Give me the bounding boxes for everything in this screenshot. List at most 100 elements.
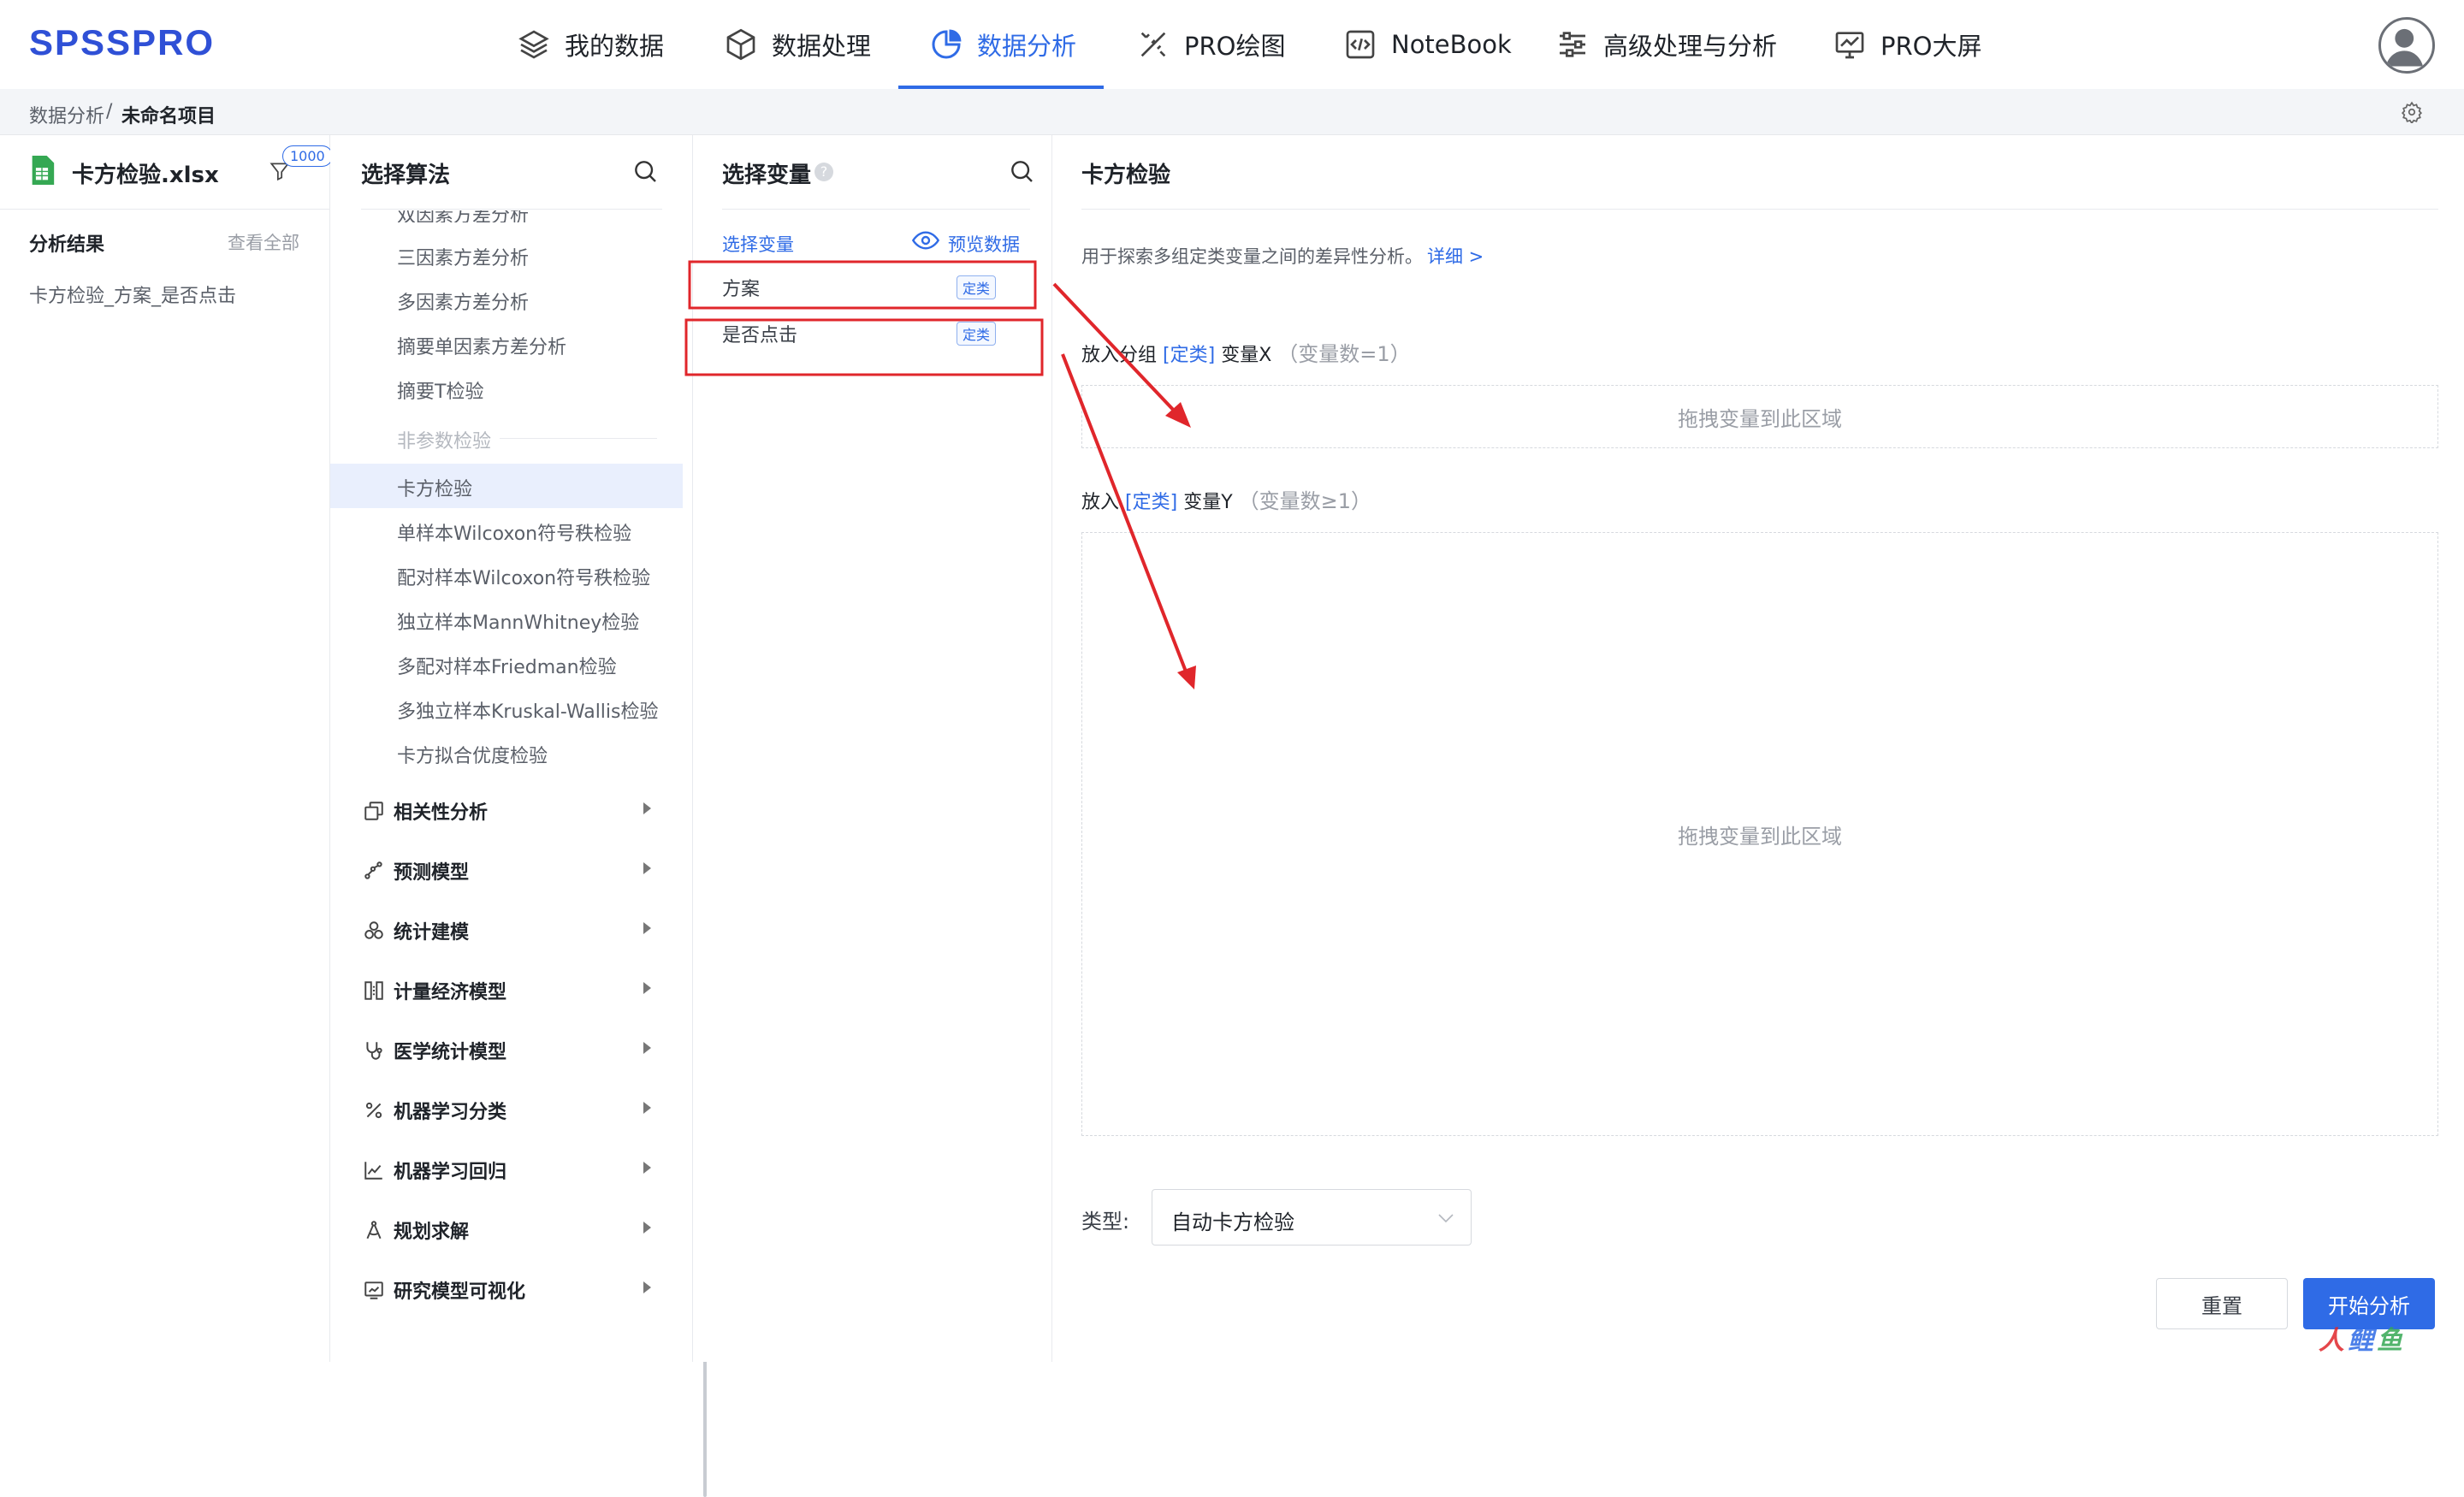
layers-icon — [518, 30, 549, 59]
y-type-tag: [定类] — [1125, 492, 1178, 513]
search-icon[interactable] — [631, 157, 659, 185]
breadcrumb-root[interactable]: 数据分析 — [29, 101, 104, 128]
top-navigation-bar: SPSSPRO 我的数据 数据处理 数据分析 PRO绘图 NoteBook 高级… — [0, 0, 2464, 89]
spreadsheet-file-icon — [32, 156, 55, 185]
stethoscope-icon — [366, 1042, 382, 1060]
eye-icon[interactable] — [912, 229, 939, 251]
algorithm-item[interactable]: 卡方拟合优度检验 — [397, 741, 548, 768]
copy-icon — [364, 802, 383, 820]
nav-pro-dashboard[interactable]: PRO大屏 — [1833, 0, 1981, 89]
expand-arrow-icon[interactable] — [643, 1281, 651, 1293]
nav-advanced-analysis[interactable]: 高级处理与分析 — [1555, 0, 1777, 89]
x-variable-label: 放入分组 [定类] 变量X （变量数=1） — [1081, 337, 1411, 367]
algorithm-item[interactable]: 摘要单因素方差分析 — [397, 332, 566, 359]
algorithm-item[interactable]: 多独立样本Kruskal-Wallis检验 — [397, 696, 659, 724]
y-prefix: 放入 — [1081, 492, 1120, 513]
variable-name: 方案 — [722, 279, 761, 300]
sliders-icon — [1560, 32, 1585, 57]
category-optimization[interactable]: 规划求解 — [363, 1216, 469, 1244]
variable-type-tag: 定类 — [957, 275, 997, 299]
algorithm-item[interactable]: 双因素方差分析 — [397, 210, 529, 222]
category-label: 预测模型 — [394, 862, 470, 884]
category-econometrics[interactable]: 计量经济模型 — [363, 977, 506, 1004]
category-label: 研究模型可视化 — [394, 1281, 526, 1303]
file-panel: 卡方检验.xlsx 1000 分析结果 查看全部 卡方检验_方案_是否点击 — [0, 135, 333, 1362]
result-item[interactable]: 卡方检验_方案_是否点击 — [29, 281, 236, 308]
dropzone-hint: 拖拽变量到此区域 — [1678, 406, 1842, 431]
app-logo[interactable]: SPSSPRO — [29, 22, 215, 63]
breadcrumb-separator: / — [106, 101, 113, 122]
category-model-visualization[interactable]: 研究模型可视化 — [363, 1276, 525, 1304]
nav-data-analysis[interactable]: 数据分析 — [929, 0, 1076, 89]
nav-label: 我的数据 — [565, 32, 665, 61]
nav-label: PRO绘图 — [1184, 32, 1286, 61]
algorithm-item[interactable]: 三因素方差分析 — [397, 243, 529, 270]
algorithm-selected-row[interactable] — [330, 464, 683, 508]
category-prediction[interactable]: 预测模型 — [363, 857, 469, 885]
expand-arrow-icon[interactable] — [643, 1222, 651, 1234]
variable-panel-title: 选择变量 — [722, 163, 812, 188]
nav-my-data[interactable]: 我的数据 — [517, 0, 664, 89]
category-statistical-modeling[interactable]: 统计建模 — [363, 917, 469, 944]
y-count: （变量数≥1） — [1238, 489, 1372, 513]
results-title: 分析结果 — [29, 234, 105, 256]
algorithm-item[interactable]: 多因素方差分析 — [397, 287, 529, 315]
breadcrumb-current: 未命名项目 — [121, 106, 216, 127]
nav-label: 高级处理与分析 — [1603, 32, 1778, 61]
algorithm-item[interactable]: 独立样本MannWhitney检验 — [397, 607, 639, 635]
expand-arrow-icon[interactable] — [643, 802, 651, 814]
y-variable-dropzone[interactable]: 拖拽变量到此区域 — [1081, 532, 2438, 1136]
algorithm-item[interactable]: 摘要T检验 — [397, 376, 483, 404]
user-avatar[interactable] — [2378, 17, 2435, 74]
x-count: （变量数=1） — [1277, 342, 1411, 366]
line-chart-icon — [364, 1162, 382, 1180]
category-ml-classification[interactable]: 机器学习分类 — [363, 1097, 506, 1124]
help-icon[interactable]: ? — [814, 163, 833, 181]
variable-item[interactable]: 是否点击 定类 — [693, 308, 1052, 356]
category-label: 统计建模 — [394, 922, 470, 944]
algorithm-item-selected[interactable]: 卡方检验 — [397, 474, 472, 501]
reset-button[interactable]: 重置 — [2156, 1278, 2288, 1329]
divider — [361, 209, 662, 210]
algorithm-item[interactable]: 多配对样本Friedman检验 — [397, 652, 617, 679]
view-all-link[interactable]: 查看全部 — [228, 229, 299, 255]
preview-data-link[interactable]: 预览数据 — [948, 231, 1020, 257]
algorithm-item[interactable]: 单样本Wilcoxon符号秩检验 — [397, 518, 631, 546]
nav-label: 数据分析 — [977, 32, 1077, 61]
expand-arrow-icon[interactable] — [643, 1102, 651, 1114]
breadcrumb-bar: 数据分析 / 未命名项目 — [0, 89, 2464, 135]
category-ml-regression[interactable]: 机器学习回归 — [363, 1157, 506, 1184]
expand-arrow-icon[interactable] — [643, 1162, 651, 1174]
nav-pro-drawing[interactable]: PRO绘图 — [1136, 0, 1285, 89]
category-correlation[interactable]: 相关性分析 — [363, 797, 488, 825]
category-medical-statistics[interactable]: 医学统计模型 — [363, 1037, 506, 1064]
type-select[interactable]: 自动卡方检验 — [1152, 1189, 1472, 1246]
category-label: 计量经济模型 — [394, 982, 507, 1003]
algorithm-panel-title: 选择算法 — [361, 163, 451, 188]
algorithm-item[interactable]: 配对样本Wilcoxon符号秩检验 — [397, 563, 650, 590]
file-name[interactable]: 卡方检验.xlsx — [72, 157, 219, 189]
divider — [722, 209, 1030, 210]
file-count-badge: 1000 — [282, 145, 333, 167]
algorithm-section-header: 非参数检验 — [397, 431, 492, 453]
ruler-pencil-icon — [1140, 32, 1166, 57]
select-variables-tab[interactable]: 选择变量 — [722, 231, 794, 257]
nav-notebook[interactable]: NoteBook — [1343, 0, 1512, 89]
expand-arrow-icon[interactable] — [643, 862, 651, 874]
code-file-icon — [1346, 30, 1375, 59]
detail-link[interactable]: 详细 > — [1427, 243, 1484, 269]
nav-label: 数据处理 — [772, 32, 872, 61]
settings-gear-icon[interactable] — [2401, 101, 2423, 123]
variable-item[interactable]: 方案 定类 — [693, 260, 1052, 308]
analysis-title: 卡方检验 — [1081, 163, 1171, 188]
x-variable-dropzone[interactable]: 拖拽变量到此区域 — [1081, 385, 2438, 448]
y-variable-label: 放入 [定类] 变量Y （变量数≥1） — [1081, 484, 1371, 514]
nav-data-processing[interactable]: 数据处理 — [724, 0, 871, 89]
expand-arrow-icon[interactable] — [643, 982, 651, 994]
percent-icon — [365, 1102, 382, 1119]
cube-icon — [726, 28, 755, 61]
expand-arrow-icon[interactable] — [643, 1042, 651, 1054]
dropzone-hint: 拖拽变量到此区域 — [1678, 824, 1842, 849]
expand-arrow-icon[interactable] — [643, 922, 651, 934]
search-icon[interactable] — [1008, 157, 1035, 185]
